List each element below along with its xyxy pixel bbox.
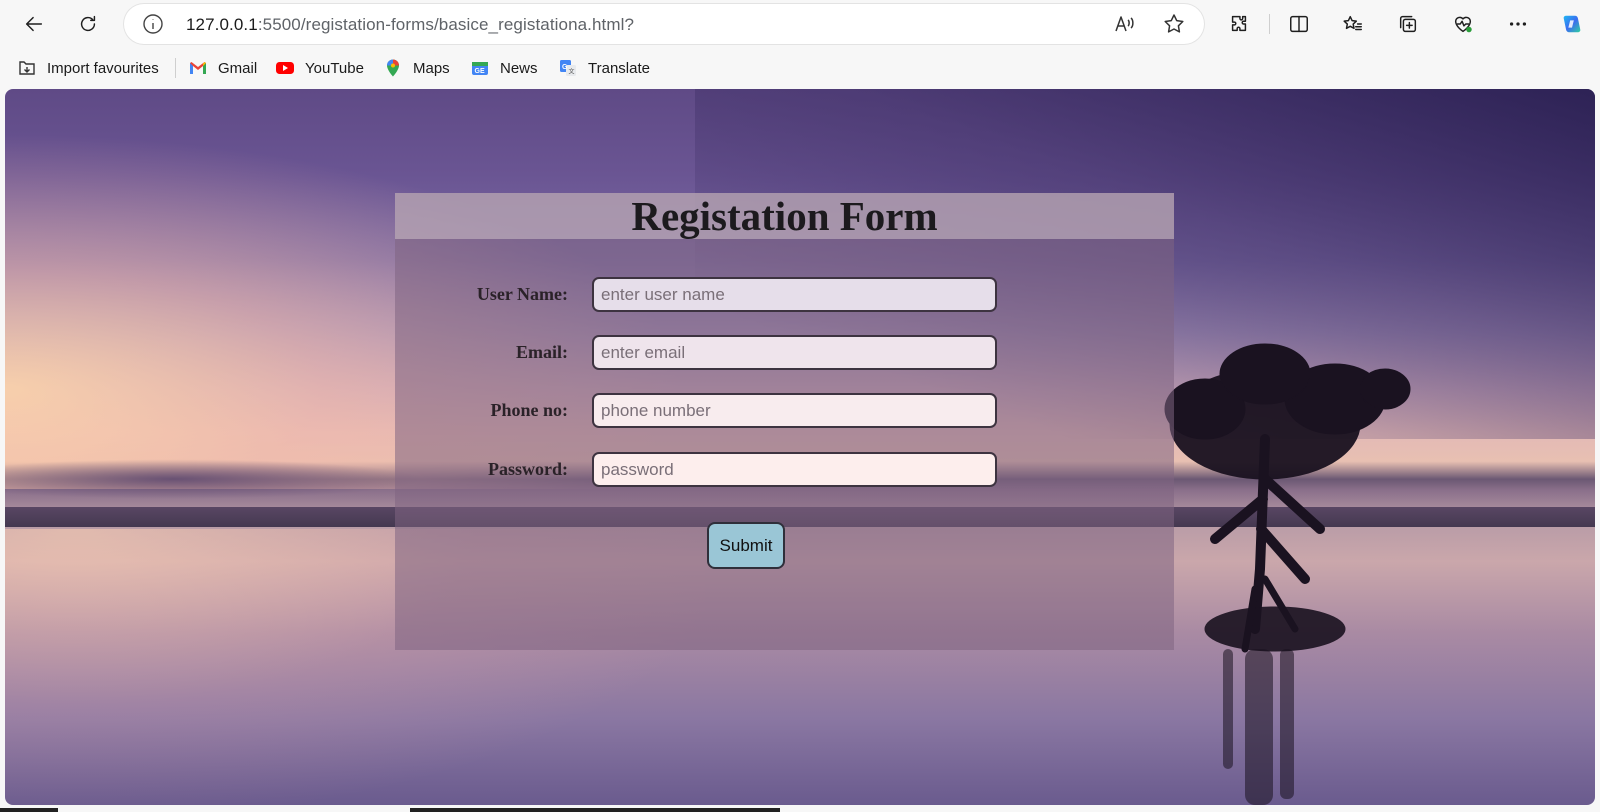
- news-icon: GE: [470, 58, 490, 78]
- more-dots-icon: [1509, 22, 1527, 26]
- edge-segment: [410, 808, 780, 812]
- toolbar-divider: [1269, 14, 1270, 34]
- registration-form: Registation Form User Name: Email: Phone…: [395, 193, 1174, 650]
- email-label: Email:: [516, 342, 568, 362]
- puzzle-icon: [1231, 15, 1247, 32]
- back-arrow-icon: [25, 16, 43, 32]
- collections-icon: [1399, 15, 1417, 33]
- refresh-icon: [80, 15, 96, 32]
- password-label: Password:: [488, 459, 568, 479]
- split-screen-icon: [1290, 15, 1308, 33]
- email-input[interactable]: [592, 335, 997, 370]
- url-path: :5500/registation-forms/basice_registati…: [257, 15, 635, 34]
- password-input[interactable]: [592, 452, 997, 487]
- bookmark-maps[interactable]: Maps: [383, 56, 450, 80]
- window-bottom-edge: [0, 806, 1600, 812]
- back-button[interactable]: [16, 6, 52, 42]
- svg-text:文: 文: [569, 68, 575, 76]
- favorite-star-icon[interactable]: [1162, 12, 1186, 36]
- bookmark-gmail[interactable]: Gmail: [188, 56, 257, 80]
- split-screen-button[interactable]: [1281, 6, 1317, 42]
- site-info-icon[interactable]: [142, 13, 164, 35]
- phone-input[interactable]: [592, 393, 997, 428]
- bookmark-label: YouTube: [305, 59, 364, 77]
- url-host: 127.0.0.1: [186, 15, 258, 34]
- browser-toolbar: 127.0.0.1:5500/registation-forms/basice_…: [0, 0, 1600, 48]
- bookmark-label: Translate: [588, 59, 650, 77]
- bookmark-youtube[interactable]: YouTube: [275, 56, 364, 80]
- svg-text:G: G: [562, 64, 568, 71]
- url-text[interactable]: 127.0.0.1:5500/registation-forms/basice_…: [186, 15, 634, 35]
- translate-icon: G文: [558, 58, 578, 78]
- copilot-button[interactable]: [1554, 6, 1590, 42]
- read-aloud-icon[interactable]: [1112, 12, 1136, 36]
- field-row-password: Password:: [395, 452, 1174, 488]
- field-row-phone: Phone no:: [395, 393, 1174, 429]
- copilot-icon: [1563, 15, 1581, 33]
- submit-button[interactable]: Submit: [707, 522, 785, 569]
- settings-more-button[interactable]: [1500, 6, 1536, 42]
- phone-label: Phone no:: [490, 400, 568, 420]
- form-header: Registation Form: [395, 193, 1174, 239]
- bookmark-label: Maps: [413, 59, 450, 77]
- refresh-button[interactable]: [70, 6, 106, 42]
- field-row-user-name: User Name:: [395, 277, 1174, 313]
- bookmarks-bar-links: Gmail YouTube Maps GE News G文 Translate: [0, 48, 1600, 88]
- favorites-button[interactable]: [1335, 6, 1371, 42]
- address-bar[interactable]: 127.0.0.1:5500/registation-forms/basice_…: [124, 4, 1204, 44]
- collections-button[interactable]: [1390, 6, 1426, 42]
- background-cloud: [5, 459, 425, 499]
- svg-text:GE: GE: [475, 68, 485, 75]
- edge-segment: [0, 808, 58, 812]
- extensions-button[interactable]: [1221, 6, 1257, 42]
- bookmark-label: Gmail: [218, 59, 258, 77]
- heart-pulse-icon: [1454, 16, 1472, 33]
- user-name-input[interactable]: [592, 277, 997, 312]
- youtube-icon: [275, 58, 295, 78]
- form-title: Registation Form: [631, 193, 938, 239]
- bookmark-news[interactable]: GE News: [470, 56, 538, 80]
- bookmark-translate[interactable]: G文 Translate: [558, 56, 650, 80]
- gmail-icon: [188, 58, 208, 78]
- browser-essentials-button[interactable]: [1445, 6, 1481, 42]
- favorites-list-icon: [1343, 15, 1362, 31]
- user-name-label: User Name:: [476, 284, 568, 304]
- page-viewport: Registation Form User Name: Email: Phone…: [5, 89, 1595, 805]
- background-tree-image: [1145, 329, 1445, 805]
- field-row-email: Email:: [395, 335, 1174, 371]
- bookmark-label: News: [500, 59, 538, 77]
- maps-icon: [383, 58, 403, 78]
